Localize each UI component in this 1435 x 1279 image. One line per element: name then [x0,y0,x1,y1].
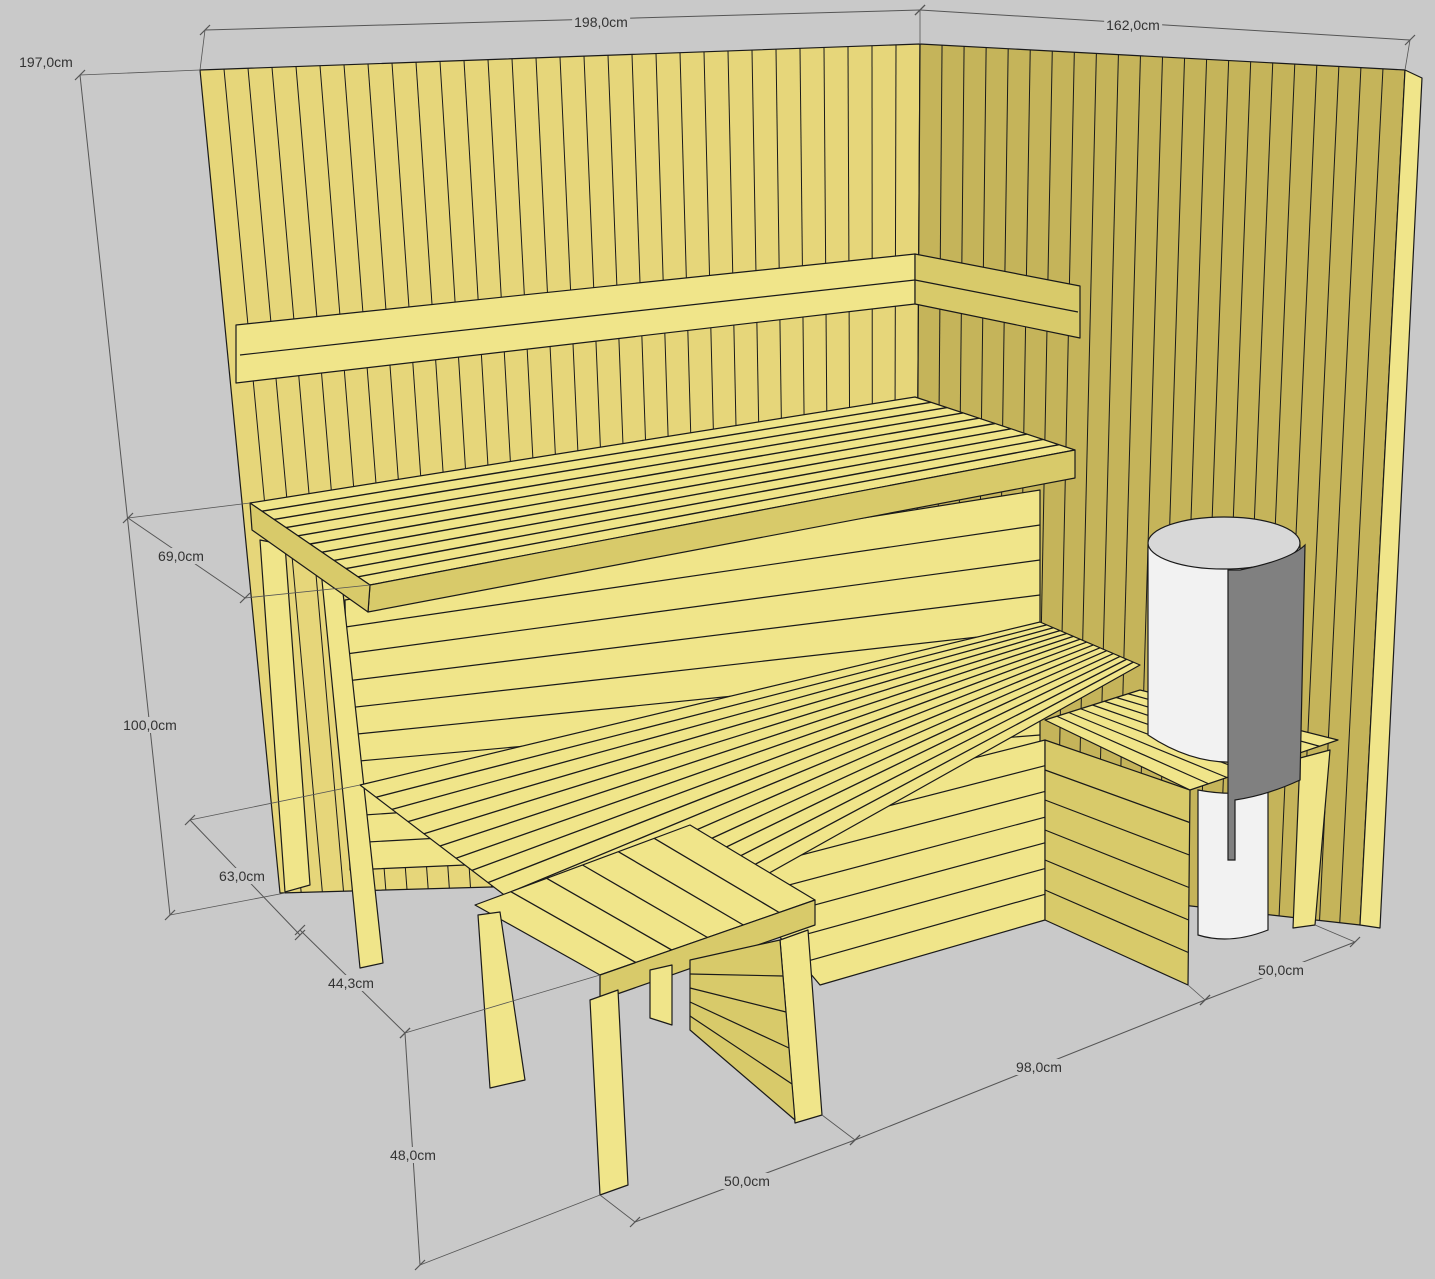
extension-line [1187,984,1206,1001]
extension-line [599,1194,636,1223]
extension-line [419,1194,601,1266]
dimension-line [204,9,921,31]
sauna-3d-drawing [74,4,1423,1271]
step-leg-back [477,911,526,1089]
dim-upper-bench-height: 100,0cm [121,717,179,733]
dim-side-wall-width: 162,0cm [1104,17,1162,33]
dim-step-width: 50,0cm [722,1173,772,1189]
dim-upper-bench-depth: 69,0cm [156,548,206,564]
extension-line [169,892,286,916]
extension-line [199,29,206,71]
extension-line [821,1114,856,1141]
dim-heater-shelf-depth: 50,0cm [1256,962,1306,978]
dim-lower-bench-depth: 63,0cm [217,868,267,884]
extension-line [1314,924,1356,943]
dim-back-wall-width: 198,0cm [572,14,630,30]
dim-step-offset: 44,3cm [326,975,376,991]
dim-wall-height: 197,0cm [17,54,75,70]
extension-line [127,502,251,519]
step-leg-front [589,989,629,1196]
dimension-line [79,74,171,916]
step-support-block [649,964,673,1026]
dim-lower-bench-length: 98,0cm [1014,1059,1064,1075]
dimension-line [919,9,1411,41]
extension-line [79,69,201,76]
sauna-model-viewport[interactable]: 198,0cm 162,0cm 197,0cm 69,0cm 100,0cm 6… [0,0,1435,1279]
step-side-boards [689,939,796,1121]
dim-step-height: 48,0cm [388,1147,438,1163]
